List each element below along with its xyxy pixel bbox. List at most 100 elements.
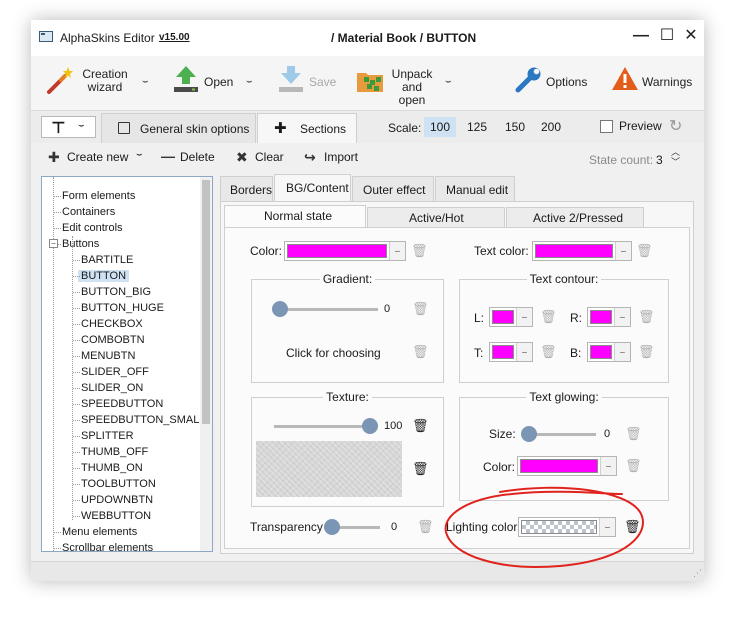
maximize-icon[interactable]: ☐ <box>655 24 679 48</box>
trash-icon[interactable]: 🗑 <box>411 243 428 258</box>
save-button[interactable]: Save <box>275 60 345 104</box>
refresh-icon[interactable]: ↻ <box>669 116 682 136</box>
chevron-down-icon[interactable]: ⌣ <box>600 457 616 475</box>
tree-child-item[interactable]: SLIDER_ON <box>81 380 143 396</box>
trash-icon[interactable]: 🗑 <box>638 309 655 324</box>
tree-child-item[interactable]: TOOLBUTTON <box>81 476 156 492</box>
tab-active2-pressed[interactable]: Active 2/Pressed <box>506 207 644 227</box>
slider-thumb[interactable] <box>272 301 288 317</box>
tree-child-item[interactable]: THUMB_ON <box>81 460 143 476</box>
create-new-button[interactable]: ✚ Create new ⌣ <box>48 149 168 167</box>
slider-thumb[interactable] <box>324 519 340 535</box>
scale-option-100[interactable]: 100 <box>424 117 457 137</box>
gradient-slider[interactable] <box>278 308 378 311</box>
resize-grip-icon[interactable]: ⋰ <box>693 568 702 579</box>
tree-root-item[interactable]: Buttons <box>62 236 99 252</box>
glow-color-picker[interactable]: ⌣ <box>517 456 617 476</box>
tree-root-item[interactable]: Containers <box>62 204 115 220</box>
chevron-down-icon[interactable]: ⌣ <box>389 242 405 260</box>
trash-icon[interactable]: 🗑 <box>638 344 655 359</box>
tab-normal-state[interactable]: Normal state <box>224 205 366 227</box>
state-count-spinner[interactable]: ︿ ﹀ <box>671 147 680 167</box>
scale-option-125[interactable]: 125 <box>461 117 493 137</box>
trash-icon[interactable]: 🗑 <box>412 461 429 476</box>
trash-icon[interactable]: 🗑 <box>412 301 429 316</box>
color-picker[interactable]: ⌣ <box>284 241 406 261</box>
close-icon[interactable]: ✕ <box>679 24 703 48</box>
trash-icon[interactable]: 🗑 <box>412 344 429 359</box>
chevron-down-icon[interactable]: ⌣ <box>445 76 452 87</box>
tree-root-item[interactable]: Menu elements <box>62 524 137 540</box>
chevron-down-icon[interactable]: ⌣ <box>615 242 631 260</box>
collapse-icon[interactable]: − <box>49 239 58 248</box>
tree-child-item[interactable]: COMBOBTN <box>81 332 145 348</box>
tree-child-item[interactable]: BARTITLE <box>81 252 133 268</box>
scale-option-200[interactable]: 200 <box>535 117 567 137</box>
scale-option-150[interactable]: 150 <box>499 117 531 137</box>
tree-child-item[interactable]: BUTTON_BIG <box>81 284 151 300</box>
tree-child-item[interactable]: SPEEDBUTTON <box>81 396 163 412</box>
chevron-down-icon[interactable]: ⌣ <box>614 343 630 361</box>
open-button[interactable]: Open ⌣ <box>170 60 260 104</box>
contour-right-picker[interactable]: ⌣ <box>587 307 631 327</box>
texture-preview[interactable] <box>256 441 402 497</box>
chevron-down-icon[interactable]: ⌣ <box>516 343 532 361</box>
tree-child-item[interactable]: SPEEDBUTTON_SMALL <box>81 412 206 428</box>
chevron-down-icon[interactable]: ⌣ <box>246 76 253 87</box>
tab-general-skin-options[interactable]: General skin options <box>101 113 256 143</box>
creation-wizard-button[interactable]: Creation wizard ⌣ <box>43 60 158 104</box>
chevron-down-icon[interactable]: ⌣ <box>142 76 149 87</box>
tab-bg-content[interactable]: BG/Content <box>274 174 351 201</box>
tab-manual-edit[interactable]: Manual edit <box>435 176 515 201</box>
tree-child-item[interactable]: THUMB_OFF <box>81 444 148 460</box>
lighting-color-picker[interactable]: ⌣ <box>518 517 616 537</box>
chevron-down-icon[interactable]: ⌣ <box>599 518 615 536</box>
tab-outer-effect[interactable]: Outer effect <box>352 176 434 201</box>
minimize-icon[interactable]: — <box>629 24 653 48</box>
unpack-and-open-button[interactable]: Unpack and open ⌣ <box>353 60 465 107</box>
tree-root-item[interactable]: Scrollbar elements <box>62 540 153 551</box>
tree-scrollbar[interactable] <box>200 177 212 551</box>
trash-icon[interactable]: 🗑 <box>540 344 557 359</box>
contour-top-picker[interactable]: ⌣ <box>489 342 533 362</box>
tab-sections[interactable]: ✚ Sections <box>257 113 357 143</box>
tree-child-item[interactable]: SPLITTER <box>81 428 134 444</box>
tree-child-item[interactable]: UPDOWNBTN <box>81 492 153 508</box>
chevron-down-icon[interactable]: ⌣ <box>78 120 85 131</box>
tree-child-item[interactable]: BUTTON <box>78 268 130 284</box>
contour-bottom-picker[interactable]: ⌣ <box>587 342 631 362</box>
trash-icon[interactable]: 🗑 <box>625 458 642 473</box>
tree-child-item[interactable]: CHECKBOX <box>81 316 143 332</box>
scrollbar-thumb[interactable] <box>202 180 210 424</box>
tab-active-hot[interactable]: Active/Hot <box>367 207 505 227</box>
trash-icon[interactable]: 🗑 <box>417 519 434 534</box>
tree-child-item[interactable]: BUTTON_HUGE <box>81 300 164 316</box>
app-version-link[interactable]: v15.00 <box>159 32 190 43</box>
trash-icon[interactable]: 🗑 <box>636 243 653 258</box>
tree-child-item[interactable]: SLIDER_OFF <box>81 364 149 380</box>
contour-left-picker[interactable]: ⌣ <box>489 307 533 327</box>
chevron-down-icon[interactable]: ⌣ <box>516 308 532 326</box>
trash-icon[interactable]: 🗑 <box>625 426 642 441</box>
text-color-picker[interactable]: ⌣ <box>532 241 632 261</box>
trash-icon[interactable]: 🗑 <box>412 418 429 433</box>
preview-checkbox[interactable] <box>600 120 613 133</box>
tree-root-item[interactable]: Form elements <box>62 188 135 204</box>
slider-thumb[interactable] <box>362 418 378 434</box>
gradient-choose-link[interactable]: Click for choosing <box>286 346 381 360</box>
tree-child-item[interactable]: MENUBTN <box>81 348 135 364</box>
chevron-down-icon[interactable]: ⌣ <box>136 149 143 160</box>
tree-root-item[interactable]: Edit controls <box>62 220 123 236</box>
tree-child-item[interactable]: WEBBUTTON <box>81 508 151 524</box>
tab-borders[interactable]: Borders <box>220 176 273 201</box>
trash-icon[interactable]: 🗑 <box>540 309 557 324</box>
layout-selector[interactable]: ⊤ ⌣ <box>41 116 96 138</box>
clear-button[interactable]: ✖ Clear <box>236 149 286 167</box>
texture-slider[interactable] <box>274 425 372 428</box>
import-button[interactable]: ↪ Import <box>304 149 364 167</box>
trash-icon[interactable]: 🗑 <box>624 519 641 534</box>
options-button[interactable]: Options <box>511 60 591 104</box>
warnings-button[interactable]: Warnings <box>609 60 697 104</box>
slider-thumb[interactable] <box>521 426 537 442</box>
delete-button[interactable]: — Delete <box>161 148 221 167</box>
